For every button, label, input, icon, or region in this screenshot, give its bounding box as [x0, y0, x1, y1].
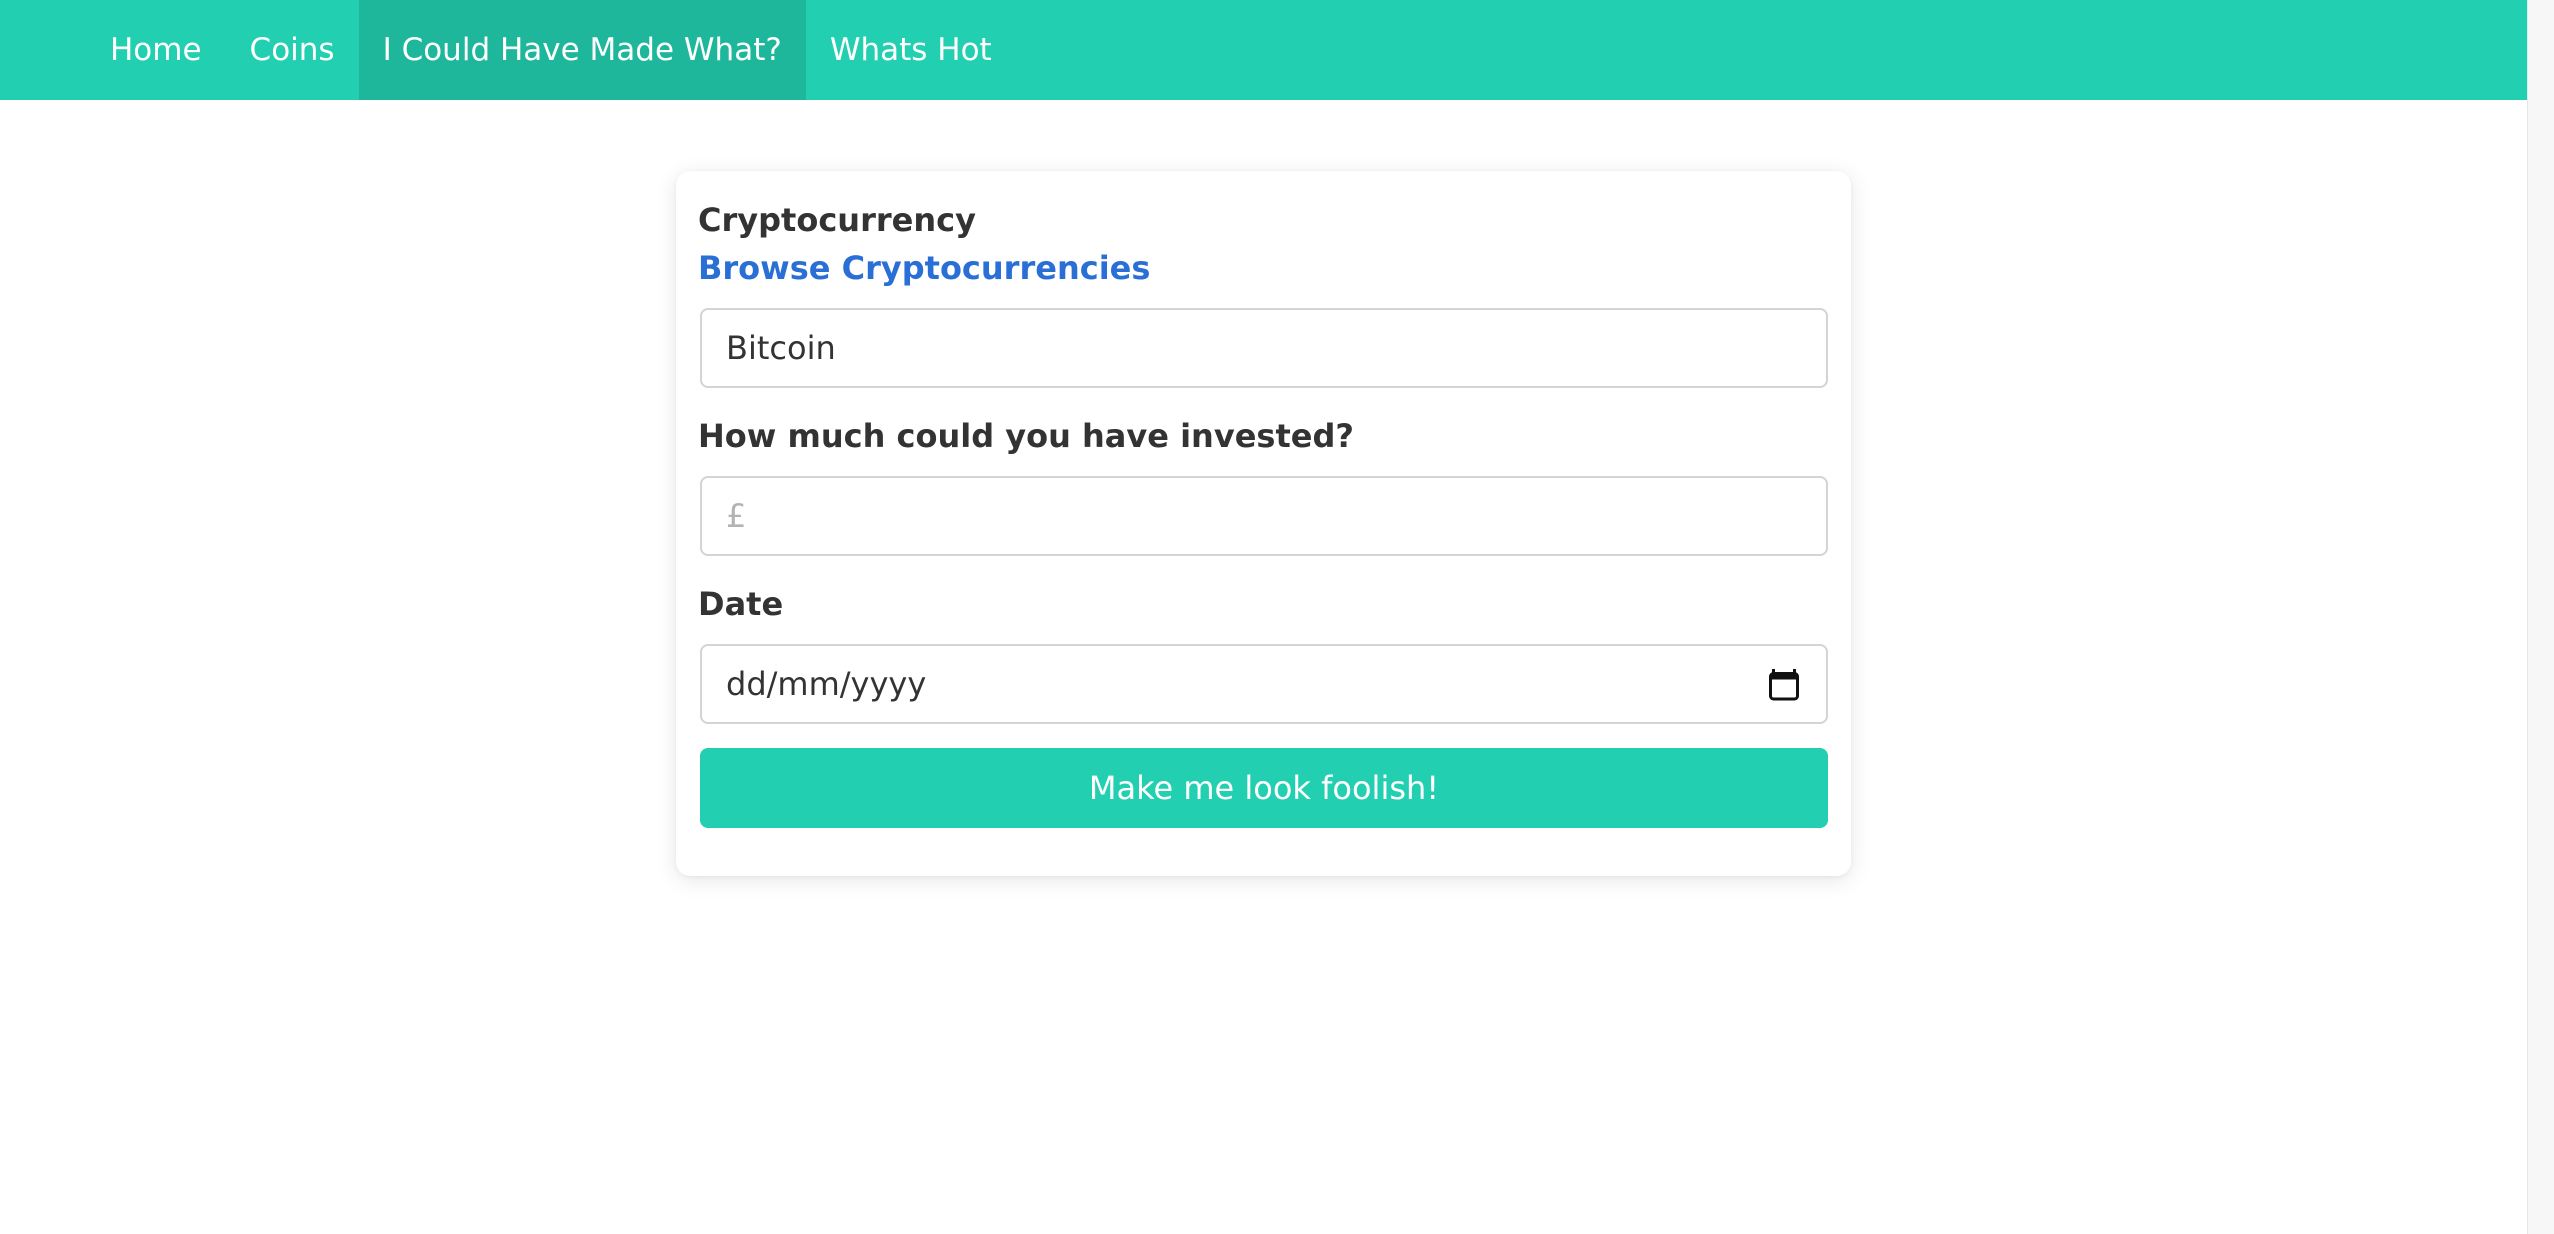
calendar-icon[interactable]: [1766, 665, 1802, 703]
nav-coins[interactable]: Coins: [226, 0, 359, 100]
crypto-input[interactable]: [700, 308, 1828, 388]
nav-home[interactable]: Home: [86, 0, 226, 100]
date-placeholder: dd/mm/yyyy: [726, 665, 927, 703]
make-me-look-foolish-button[interactable]: Make me look foolish!: [700, 748, 1828, 828]
investment-form-card: Cryptocurrency Browse Cryptocurrencies H…: [676, 171, 1851, 876]
crypto-label: Cryptocurrency: [698, 201, 976, 239]
investment-amount-input[interactable]: [700, 476, 1828, 556]
date-label: Date: [698, 585, 784, 623]
date-input[interactable]: dd/mm/yyyy: [700, 644, 1828, 724]
invest-label: How much could you have invested?: [698, 417, 1354, 455]
nav-whats-hot[interactable]: Whats Hot: [806, 0, 1016, 100]
page-scrollbar[interactable]: [2527, 0, 2554, 1234]
top-navbar: Home Coins I Could Have Made What? Whats…: [0, 0, 2527, 100]
nav-could-have-made[interactable]: I Could Have Made What?: [358, 0, 806, 100]
browse-cryptocurrencies-link[interactable]: Browse Cryptocurrencies: [698, 249, 1150, 287]
